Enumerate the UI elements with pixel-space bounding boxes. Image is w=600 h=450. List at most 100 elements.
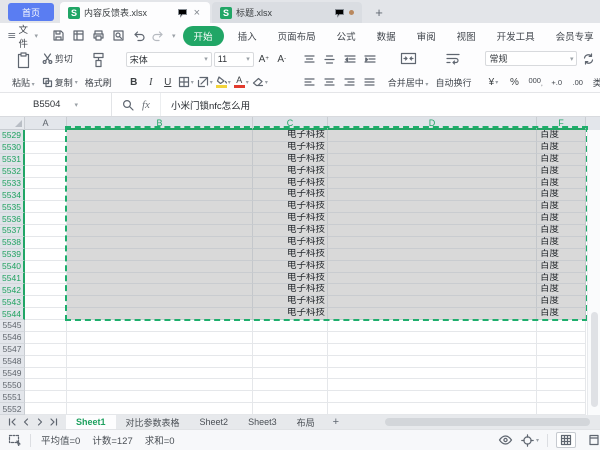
row-header-5533[interactable]: 5533 (0, 178, 25, 190)
increase-indent-button[interactable] (362, 51, 378, 67)
cell-F5537[interactable]: 百度 (537, 225, 586, 237)
comma-format-button[interactable]: 000, (527, 74, 543, 90)
first-sheet-icon[interactable] (8, 418, 16, 426)
copy-button[interactable]: 复制 ▾ (40, 75, 80, 90)
cell-B5551[interactable] (67, 391, 253, 403)
cell-A5534[interactable] (25, 189, 67, 201)
column-header-b[interactable]: B (67, 117, 253, 130)
cell-F5549[interactable] (537, 368, 586, 380)
cell-D5533[interactable] (328, 178, 537, 190)
name-box[interactable]: B5504 ▾ (0, 93, 112, 116)
save-button[interactable] (52, 27, 65, 44)
cell-B5538[interactable] (67, 237, 253, 249)
row-header-5549[interactable]: 5549 (0, 368, 25, 380)
cell-F5542[interactable]: 百度 (537, 284, 586, 296)
cell-F5533[interactable]: 百度 (537, 178, 586, 190)
cell-C5530[interactable]: 电子科技 (253, 142, 328, 154)
cell-D5544[interactable] (328, 308, 537, 320)
cell-F5535[interactable]: 百度 (537, 201, 586, 213)
cell-D5547[interactable] (328, 344, 537, 356)
file-menu[interactable]: 文件 ▾ (8, 22, 38, 50)
cell-A5531[interactable] (25, 154, 67, 166)
row-header-5530[interactable]: 5530 (0, 142, 25, 154)
convert-refresh-icon[interactable] (582, 53, 595, 65)
cell-D5541[interactable] (328, 273, 537, 285)
cell-F5551[interactable] (537, 391, 586, 403)
home-tab[interactable]: 首页 (8, 3, 54, 21)
new-tab-button[interactable]: + (370, 3, 388, 21)
cell-F5544[interactable]: 百度 (537, 308, 586, 320)
cell-A5545[interactable] (25, 320, 67, 332)
cell-C5537[interactable]: 电子科技 (253, 225, 328, 237)
row-header-5544[interactable]: 5544 (0, 308, 25, 320)
cell-C5539[interactable]: 电子科技 (253, 249, 328, 261)
column-header-a[interactable]: A (25, 117, 67, 130)
cell-D5534[interactable] (328, 189, 537, 201)
print-preview-button[interactable] (112, 27, 125, 44)
ribbon-tab-page-layout[interactable]: 页面布局 (271, 26, 323, 46)
next-sheet-icon[interactable] (36, 418, 44, 426)
cell-C5536[interactable]: 电子科技 (253, 213, 328, 225)
formula-content[interactable]: 小米门锁nfc怎么用 (161, 98, 250, 112)
cell-A5548[interactable] (25, 356, 67, 368)
cell-C5540[interactable]: 电子科技 (253, 261, 328, 273)
row-header-5538[interactable]: 5538 (0, 237, 25, 249)
row-header-5531[interactable]: 5531 (0, 154, 25, 166)
column-header-f[interactable]: F (537, 117, 586, 130)
add-sheet-button[interactable]: + (325, 415, 347, 429)
cell-F5534[interactable]: 百度 (537, 189, 586, 201)
cell-B5541[interactable] (67, 273, 253, 285)
cell-C5542[interactable]: 电子科技 (253, 284, 328, 296)
cell-A5540[interactable] (25, 261, 67, 273)
export-button[interactable] (72, 27, 85, 44)
sheet-tab-compare-params[interactable]: 对比参数表格 (116, 415, 190, 429)
decrease-decimal-button[interactable]: .00 (570, 74, 586, 90)
type-convert-button[interactable]: 类型转换▾ (591, 75, 600, 90)
fill-color-button[interactable]: ▾ (215, 74, 232, 90)
cell-A5549[interactable] (25, 368, 67, 380)
number-format-select[interactable]: 常规▾ (485, 51, 577, 66)
align-top-button[interactable] (302, 51, 318, 67)
decrease-font-button[interactable]: A- (274, 51, 290, 67)
horizontal-scrollbar-thumb[interactable] (385, 418, 590, 426)
cell-A5552[interactable] (25, 403, 67, 415)
cell-C5535[interactable]: 电子科技 (253, 201, 328, 213)
cell-A5546[interactable] (25, 332, 67, 344)
cell-F5546[interactable] (537, 332, 586, 344)
cell-A5547[interactable] (25, 344, 67, 356)
row-header-5545[interactable]: 5545 (0, 320, 25, 332)
cut-button[interactable]: 剪切 (40, 51, 80, 66)
cell-F5529[interactable]: 百度 (537, 130, 586, 142)
cell-A5538[interactable] (25, 237, 67, 249)
cell-D5540[interactable] (328, 261, 537, 273)
row-header-5534[interactable]: 5534 (0, 189, 25, 201)
cell-B5544[interactable] (67, 308, 253, 320)
page-layout-view-button[interactable] (584, 432, 600, 448)
undo-button[interactable] (132, 27, 145, 44)
cell-D5536[interactable] (328, 213, 537, 225)
row-header-5552[interactable]: 5552 (0, 403, 25, 415)
cell-C5550[interactable] (253, 379, 328, 391)
row-header-5537[interactable]: 5537 (0, 225, 25, 237)
ribbon-tab-formulas[interactable]: 公式 (330, 26, 363, 46)
ribbon-tab-membership[interactable]: 会员专享 (549, 26, 600, 46)
percent-format-button[interactable]: % (506, 74, 522, 90)
cell-A5550[interactable] (25, 379, 67, 391)
selection-mode-icon[interactable] (8, 434, 22, 446)
ribbon-tab-insert[interactable]: 插入 (231, 26, 264, 46)
customize-toolbar-chevron-icon[interactable]: ▾ (172, 32, 176, 40)
sheet-tab-sheet2[interactable]: Sheet2 (190, 415, 239, 429)
cell-B5535[interactable] (67, 201, 253, 213)
cell-A5529[interactable] (25, 130, 67, 142)
cell-C5547[interactable] (253, 344, 328, 356)
cell-B5545[interactable] (67, 320, 253, 332)
increase-decimal-button[interactable]: +.0 (549, 74, 565, 90)
cell-D5543[interactable] (328, 296, 537, 308)
cell-D5537[interactable] (328, 225, 537, 237)
cell-F5538[interactable]: 百度 (537, 237, 586, 249)
font-name-select[interactable]: 宋体▾ (126, 52, 212, 67)
cell-F5532[interactable]: 百度 (537, 166, 586, 178)
paste-button[interactable]: 粘贴 ▾ (10, 51, 37, 90)
cell-F5541[interactable]: 百度 (537, 273, 586, 285)
cell-C5551[interactable] (253, 391, 328, 403)
